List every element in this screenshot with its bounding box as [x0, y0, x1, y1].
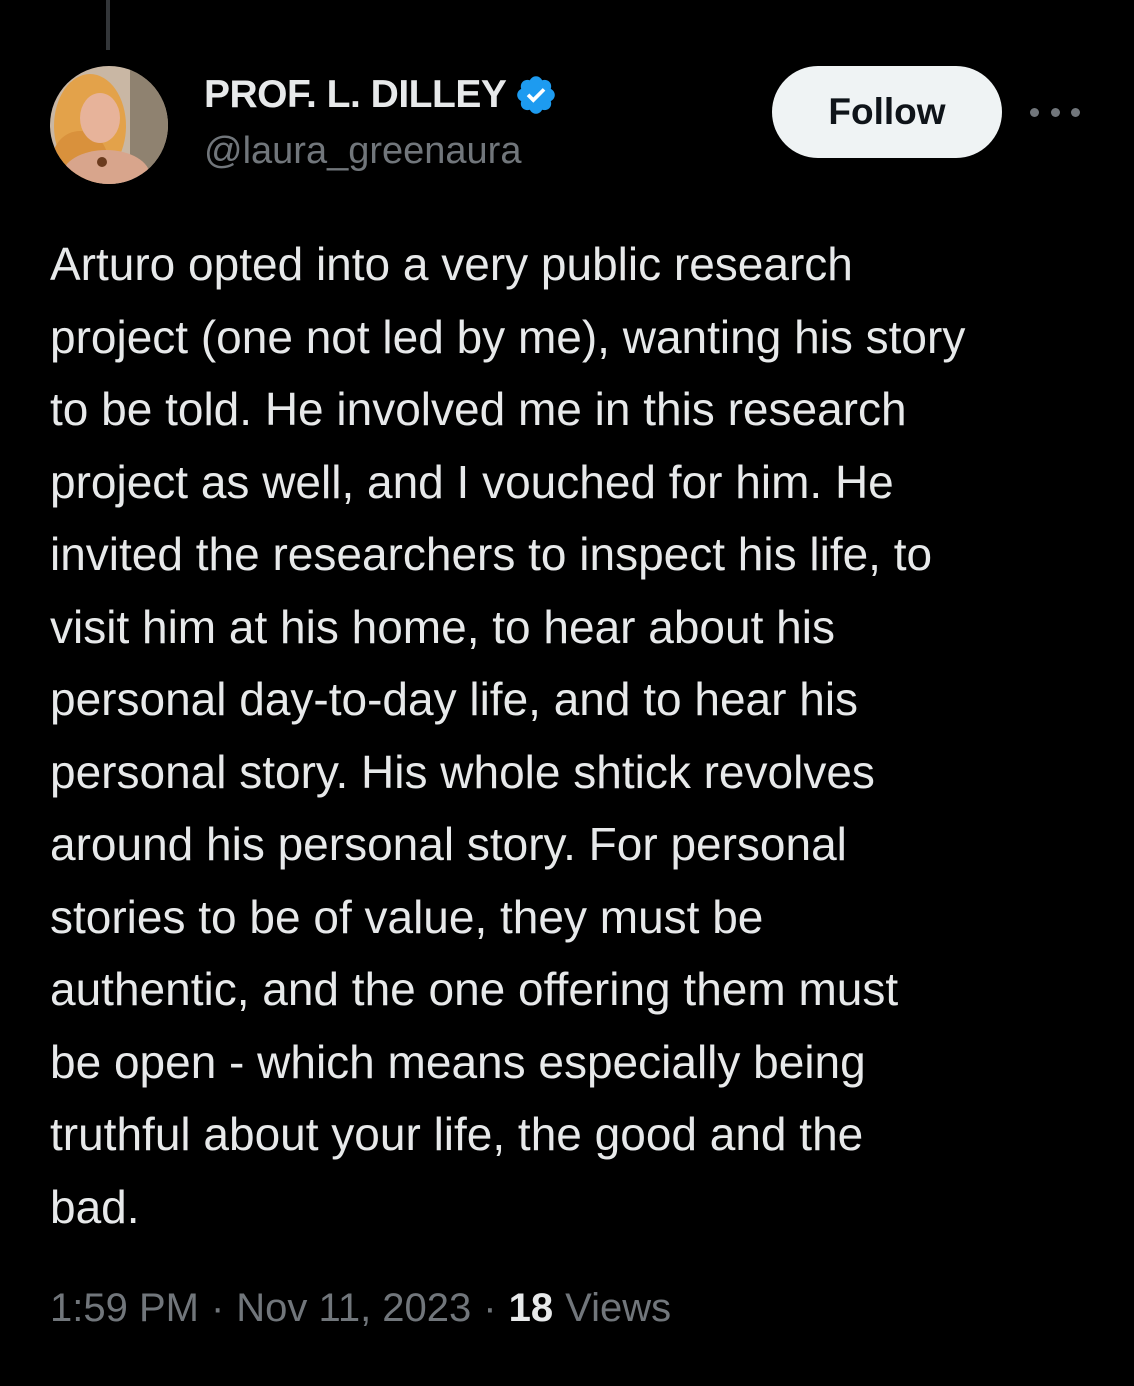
tweet-date[interactable]: Nov 11, 2023 [236, 1286, 471, 1331]
more-options-icon[interactable] [1030, 92, 1080, 132]
thread-connector-line [106, 0, 110, 50]
views-label: Views [565, 1286, 672, 1330]
author-display-name[interactable]: PROF. L. DILLEY [204, 73, 507, 117]
meta-separator: · [210, 1286, 225, 1330]
verified-badge-icon[interactable] [514, 73, 558, 117]
follow-button[interactable]: Follow [772, 66, 1002, 158]
author-name-row[interactable]: PROF. L. DILLEY [204, 70, 558, 120]
avatar-image [50, 66, 168, 184]
tweet-meta: 1:59 PM · Nov 11, 2023 · 18 Views [50, 1286, 671, 1331]
meta-separator: · [483, 1286, 497, 1330]
author-handle[interactable]: @laura_greenaura [204, 130, 521, 173]
tweet-text: Arturo opted into a very public research… [50, 238, 966, 1233]
tweet-time[interactable]: 1:59 PM [50, 1286, 199, 1331]
views-count[interactable]: 18 [509, 1286, 554, 1331]
avatar[interactable] [50, 66, 168, 184]
